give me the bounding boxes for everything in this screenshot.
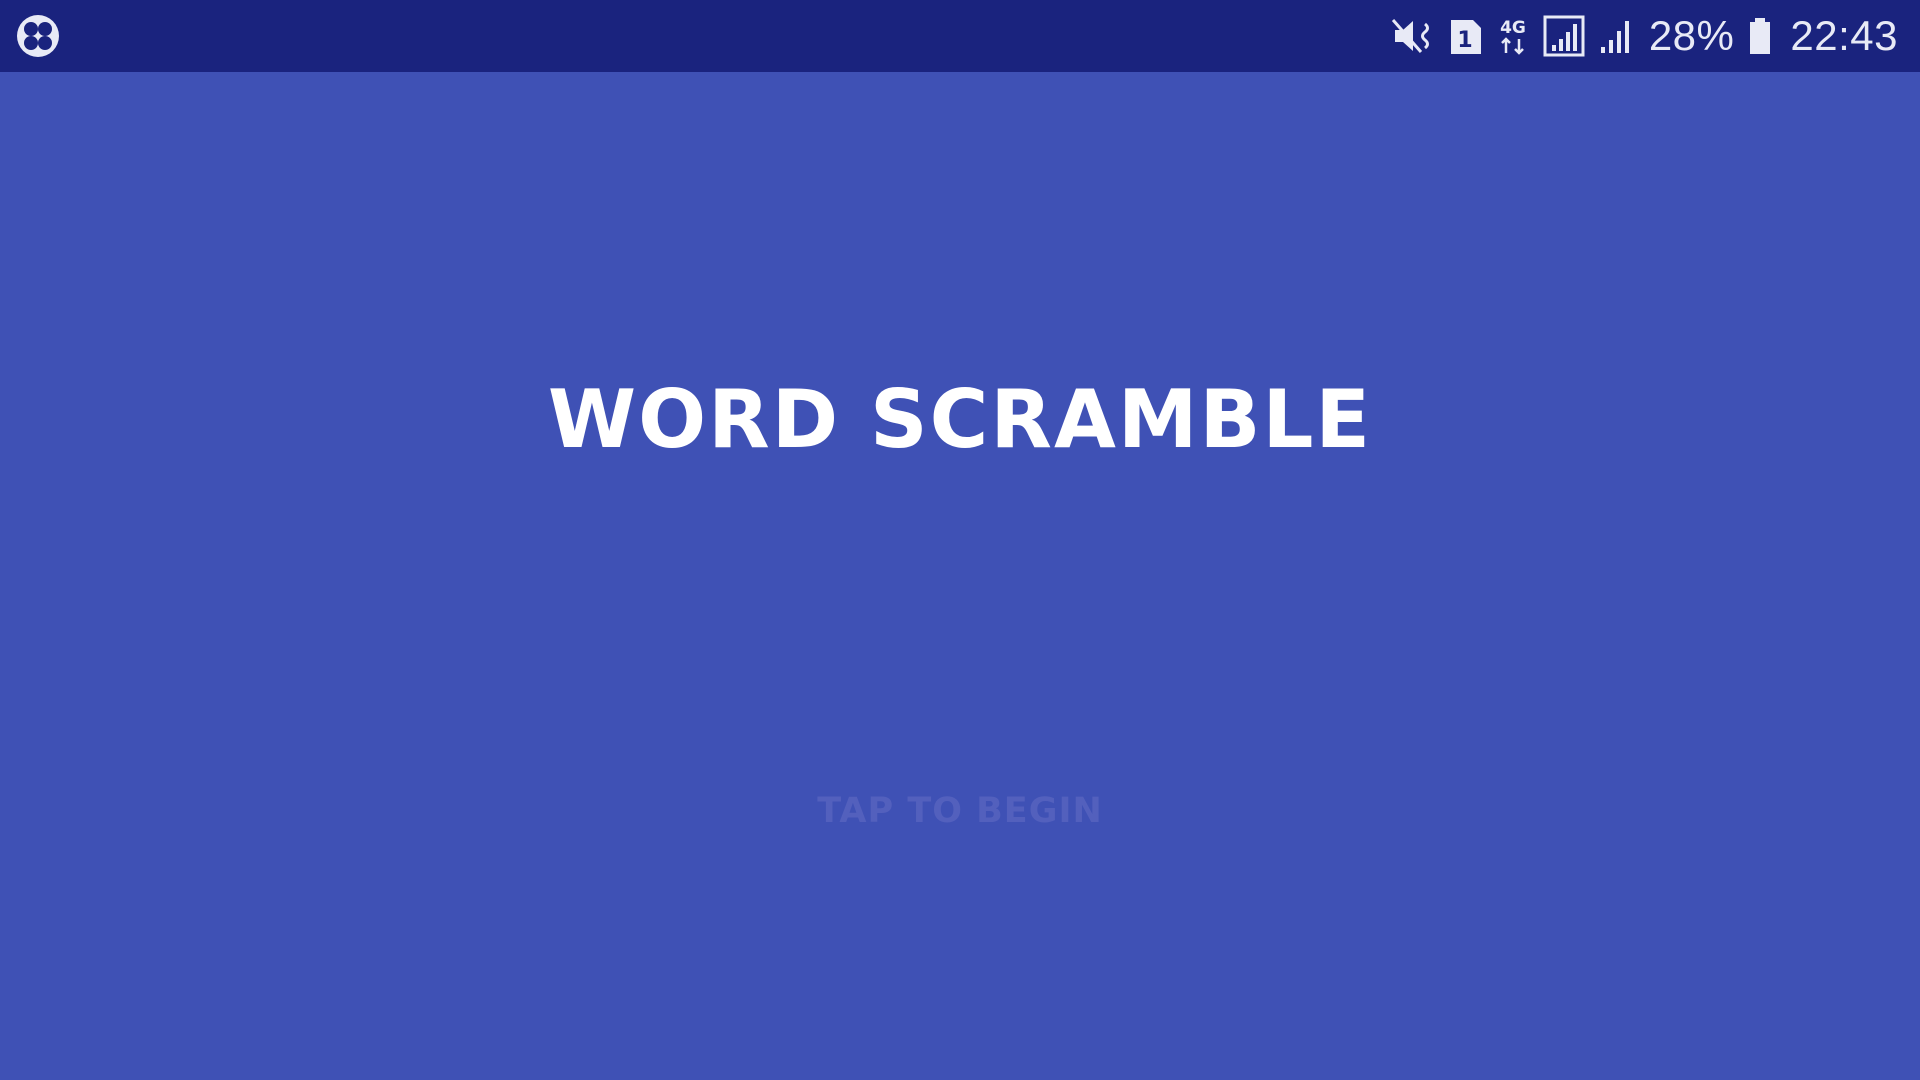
game-launcher-icon[interactable] [16,14,60,58]
tap-area[interactable] [0,72,1920,1080]
battery-percent: 28% [1648,12,1735,59]
4g-data-icon: 4G [1497,15,1529,57]
mute-vibrate-icon [1391,16,1435,56]
signal-sim1-icon [1543,15,1585,57]
network-type-label: 4G [1500,18,1526,38]
game-title: WORD SCRAMBLE [547,373,1373,466]
sim-1-label: 1 [1457,28,1472,53]
status-bar: 1 4G 28% 22:43 [0,0,1920,72]
sim-1-icon: 1 [1449,16,1483,56]
tap-to-begin-prompt[interactable]: TAP TO BEGIN [0,794,1920,829]
game-start-screen[interactable]: WORD SCRAMBLE TAP TO BEGIN [0,72,1920,1080]
battery-icon [1748,16,1772,56]
signal-sim2-icon [1599,16,1635,56]
clock: 22:43 [1790,12,1898,59]
status-icons: 1 4G 28% 22:43 [1391,0,1898,72]
